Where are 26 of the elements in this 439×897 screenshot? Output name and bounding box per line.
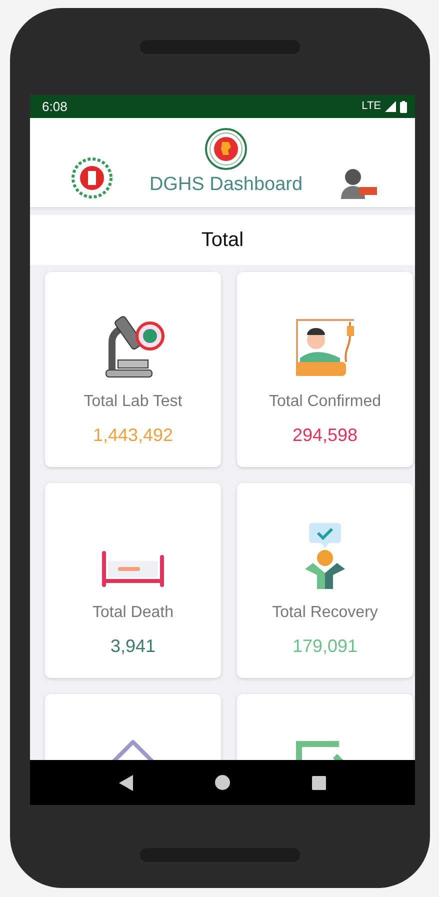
network-type: LTE <box>362 99 381 114</box>
person-with-checkmark-icon <box>303 523 347 589</box>
stat-label: Total Death <box>92 603 174 623</box>
stat-label: Total Recovery <box>272 603 378 623</box>
section-title: Total <box>201 228 244 253</box>
stat-value: 294,598 <box>292 424 358 447</box>
person-silhouette-icon <box>339 167 379 199</box>
stat-value: 179,091 <box>292 635 358 658</box>
back-icon[interactable] <box>119 774 133 790</box>
government-seal-icon <box>204 126 248 170</box>
stat-value: 1,443,492 <box>92 424 174 447</box>
home-icon[interactable] <box>215 775 230 790</box>
emblem-logo-icon <box>71 157 113 199</box>
status-time: 6:08 <box>42 98 68 116</box>
recents-icon[interactable] <box>312 776 326 790</box>
stat-label: Total Lab Test <box>84 392 182 412</box>
app-title: DGHS Dashboard <box>149 172 303 196</box>
stat-card[interactable]: Total Recovery 179,091 <box>237 483 413 678</box>
stat-value: 3,941 <box>110 635 156 658</box>
signal-icon <box>385 101 396 112</box>
bed-icon <box>100 549 166 589</box>
stat-card[interactable]: Total Confirmed 294,598 <box>237 272 413 467</box>
stat-card[interactable]: Total Death 3,941 <box>45 483 221 678</box>
battery-icon <box>400 100 407 112</box>
stat-label: Total Confirmed <box>268 392 382 412</box>
stat-card[interactable]: Total Lab Test 1,443,492 <box>45 272 221 467</box>
